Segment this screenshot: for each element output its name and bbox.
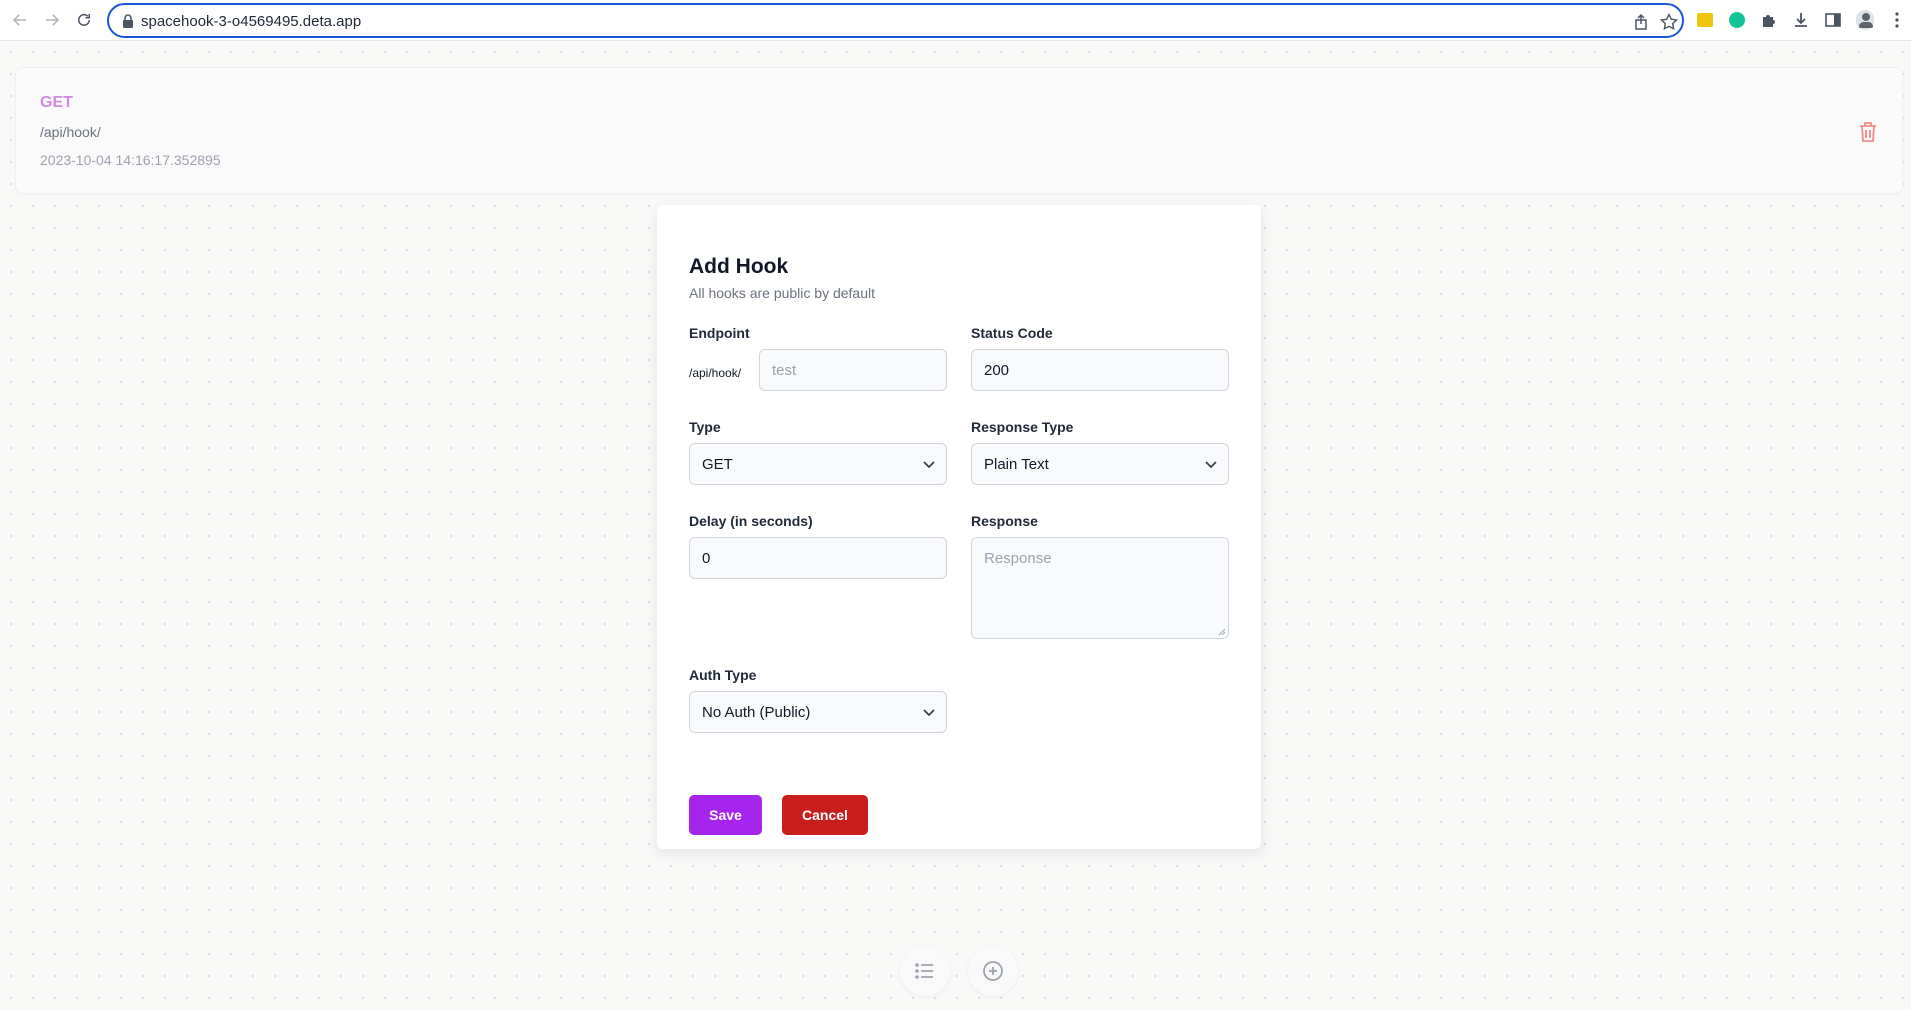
auth-type-select-value: No Auth (Public) bbox=[702, 703, 811, 721]
list-hooks-button[interactable] bbox=[900, 946, 950, 996]
grammarly-icon[interactable] bbox=[1728, 11, 1746, 29]
address-bar[interactable]: spacehook-3-o4569495.deta.app bbox=[107, 3, 1684, 38]
endpoint-input[interactable]: test bbox=[759, 349, 947, 391]
back-icon[interactable] bbox=[8, 8, 32, 32]
cancel-button[interactable]: Cancel bbox=[782, 795, 868, 835]
response-placeholder: Response bbox=[984, 550, 1052, 567]
side-panel-icon[interactable] bbox=[1824, 11, 1842, 29]
type-label: Type bbox=[689, 419, 721, 435]
response-type-label: Response Type bbox=[971, 419, 1074, 435]
save-button[interactable]: Save bbox=[689, 795, 762, 835]
hook-card[interactable]: GET /api/hook/ 2023-10-04 14:16:17.35289… bbox=[15, 67, 1903, 194]
status-code-input[interactable]: 200 bbox=[971, 349, 1229, 391]
chevron-down-icon bbox=[923, 461, 935, 469]
resize-handle-icon[interactable] bbox=[1218, 628, 1226, 636]
type-select[interactable]: GET bbox=[689, 443, 947, 485]
delay-label: Delay (in seconds) bbox=[689, 513, 813, 529]
response-label: Response bbox=[971, 513, 1038, 529]
delay-input[interactable]: 0 bbox=[689, 537, 947, 579]
response-type-select[interactable]: Plain Text bbox=[971, 443, 1229, 485]
type-select-value: GET bbox=[702, 455, 733, 473]
page-background: GET /api/hook/ 2023-10-04 14:16:17.35289… bbox=[0, 41, 1911, 1010]
hook-timestamp: 2023-10-04 14:16:17.352895 bbox=[40, 152, 221, 168]
hook-method: GET bbox=[40, 94, 73, 111]
bookmark-star-icon[interactable] bbox=[1660, 13, 1678, 31]
auth-type-select[interactable]: No Auth (Public) bbox=[689, 691, 947, 733]
list-icon bbox=[915, 963, 933, 979]
lock-icon[interactable] bbox=[121, 13, 135, 29]
add-hook-button[interactable] bbox=[968, 946, 1018, 996]
add-hook-modal: Add Hook All hooks are public by default… bbox=[657, 205, 1261, 849]
extension-yellow-icon[interactable] bbox=[1696, 11, 1714, 29]
modal-title: Add Hook bbox=[689, 255, 789, 278]
hook-path: /api/hook/ bbox=[40, 124, 101, 140]
menu-kebab-icon[interactable] bbox=[1888, 11, 1906, 29]
download-icon[interactable] bbox=[1792, 11, 1810, 29]
chevron-down-icon bbox=[923, 709, 935, 717]
share-icon[interactable] bbox=[1632, 13, 1650, 31]
response-textarea[interactable]: Response bbox=[971, 537, 1229, 639]
forward-icon[interactable] bbox=[40, 8, 64, 32]
modal-subtitle: All hooks are public by default bbox=[689, 285, 875, 301]
extensions-puzzle-icon[interactable] bbox=[1760, 11, 1778, 29]
endpoint-prefix: /api/hook/ bbox=[689, 366, 742, 380]
url-text[interactable]: spacehook-3-o4569495.deta.app bbox=[141, 13, 361, 30]
status-code-label: Status Code bbox=[971, 325, 1053, 341]
plus-circle-icon bbox=[983, 961, 1003, 981]
browser-toolbar: spacehook-3-o4569495.deta.app bbox=[0, 0, 1911, 41]
auth-type-label: Auth Type bbox=[689, 667, 757, 683]
chevron-down-icon bbox=[1205, 461, 1217, 469]
response-type-select-value: Plain Text bbox=[984, 455, 1049, 473]
trash-icon[interactable] bbox=[1857, 120, 1879, 144]
profile-avatar-icon[interactable] bbox=[1856, 10, 1874, 30]
reload-icon[interactable] bbox=[72, 8, 96, 32]
endpoint-label: Endpoint bbox=[689, 325, 750, 341]
